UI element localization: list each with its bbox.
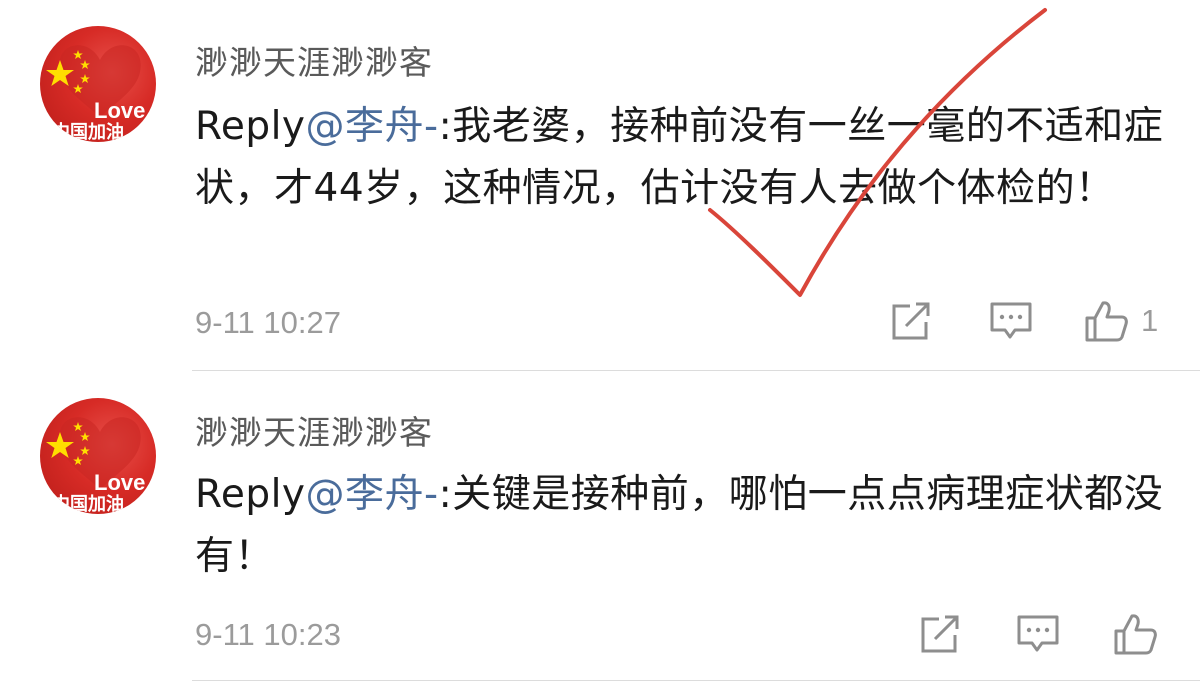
share-icon — [921, 615, 959, 653]
china-flag-heart-icon: Love 中国加油 — [46, 45, 145, 142]
avatar[interactable]: Love 中国加油 — [40, 398, 156, 514]
username[interactable]: 渺渺天涯渺渺客 — [195, 36, 433, 84]
thumbs-up-icon — [1085, 301, 1128, 342]
like-count: 1 — [1141, 303, 1159, 338]
comment-item: Love 中国加油 渺渺天涯渺渺客 Reply@李舟-:关键是接种前，哪怕一点点… — [0, 371, 1200, 687]
reply-prefix: Reply — [195, 104, 306, 149]
reply-prefix: Reply — [195, 472, 306, 517]
timestamp: 9-11 10:23 — [195, 617, 341, 652]
reply-button[interactable] — [988, 298, 1034, 344]
comment-text: Reply@李舟-:关键是接种前，哪怕一点点病理症状都没有！ — [195, 464, 1170, 588]
china-flag-heart-icon: Love 中国加油 — [46, 417, 145, 514]
svg-text:Love: Love — [94, 98, 145, 123]
timestamp: 9-11 10:27 — [195, 305, 341, 340]
divider — [192, 680, 1200, 681]
thumbs-up-icon — [1114, 614, 1157, 655]
comment-icon — [990, 302, 1032, 339]
share-button[interactable] — [888, 298, 934, 344]
username[interactable]: 渺渺天涯渺渺客 — [195, 406, 433, 454]
svg-text:Love: Love — [94, 470, 145, 495]
share-button[interactable] — [917, 611, 963, 657]
comment-text: Reply@李舟-:我老婆，接种前没有一丝一毫的不适和症状，才44岁，这种情况，… — [195, 96, 1170, 220]
svg-text:中国加油: 中国加油 — [52, 121, 124, 142]
share-icon — [892, 302, 930, 340]
avatar[interactable]: Love 中国加油 — [40, 26, 156, 142]
comment-icon — [1017, 615, 1059, 652]
like-button[interactable]: 1 — [1083, 298, 1158, 344]
mention-link[interactable]: @李舟- — [306, 472, 439, 517]
svg-text:中国加油: 中国加油 — [52, 493, 124, 514]
like-button[interactable] — [1112, 611, 1170, 657]
comment-item: Love 中国加油 渺渺天涯渺渺客 Reply@李舟-:我老婆，接种前没有一丝一… — [0, 0, 1200, 370]
reply-button[interactable] — [1015, 611, 1061, 657]
mention-link[interactable]: @李舟- — [306, 104, 439, 149]
